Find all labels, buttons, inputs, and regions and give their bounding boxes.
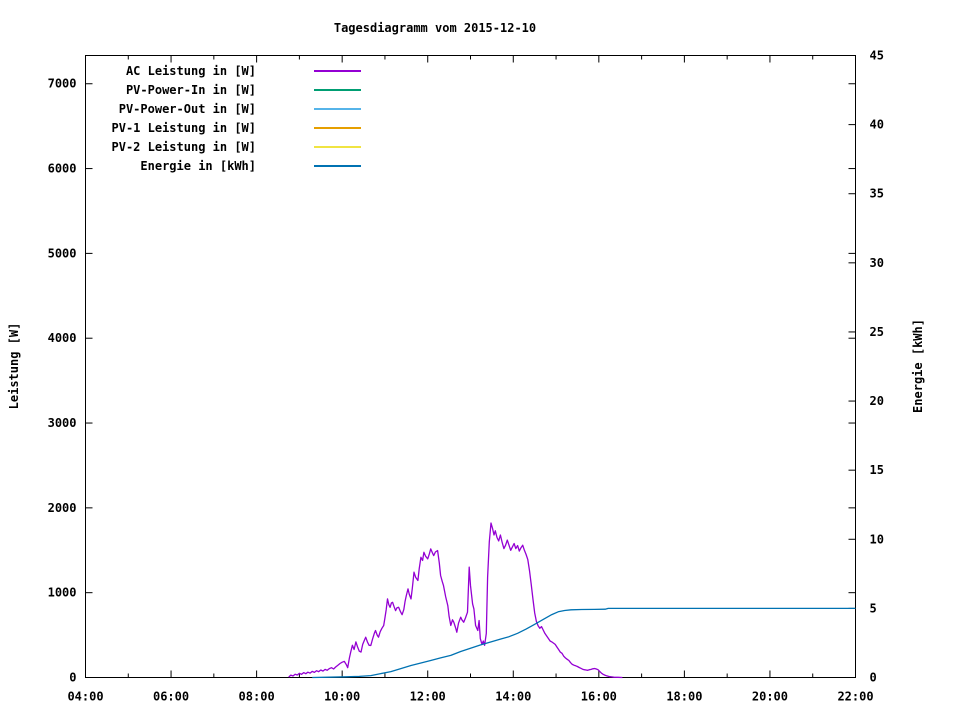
legend-label: AC Leistung in [W] [126, 64, 256, 78]
chart-title: Tagesdiagramm vom 2015-12-10 [334, 21, 536, 35]
y-axis-label: Leistung [W] [7, 323, 21, 410]
legend-item-energie-in-kwh: Energie in [kWh] [140, 159, 361, 173]
y-tick-label: 5000 [48, 246, 77, 260]
y2-tick-label: 5 [870, 601, 877, 615]
legend-item-pv-2-leistung-in-w: PV-2 Leistung in [W] [112, 140, 361, 154]
x-tick-label: 20:00 [752, 690, 788, 704]
x-tick-label: 18:00 [666, 690, 702, 704]
series-line-energie-in-kwh [312, 607, 856, 679]
x-tick-label: 14:00 [495, 690, 531, 704]
x-tick-label: 04:00 [67, 690, 103, 704]
legend-label: Energie in [kWh] [140, 159, 256, 173]
y2-tick-label: 45 [870, 49, 884, 63]
y-tick-label: 1000 [48, 586, 77, 600]
x-tick-label: 06:00 [153, 690, 189, 704]
y2-tick-label: 15 [870, 463, 884, 477]
x-tick-label: 10:00 [324, 690, 360, 704]
legend-item-pv-1-leistung-in-w: PV-1 Leistung in [W] [112, 121, 361, 135]
y-tick-label: 7000 [48, 77, 77, 91]
plot-svg: Tagesdiagramm vom 2015-12-10 Leistung [W… [7, 21, 925, 704]
legend-label: PV-2 Leistung in [W] [112, 140, 257, 154]
legend-label: PV-1 Leistung in [W] [112, 121, 257, 135]
y-tick-label: 4000 [48, 331, 77, 345]
y2-tick-label: 0 [870, 671, 877, 685]
y-tick-label: 6000 [48, 162, 77, 176]
y2-tick-label: 20 [870, 394, 884, 408]
y2-tick-label: 30 [870, 256, 884, 270]
legend-group: AC Leistung in [W] PV-Power-In in [W] PV-P… [112, 64, 361, 173]
y2-axis-label: Energie [kWh] [911, 319, 925, 413]
y-tick-label: 0 [69, 671, 76, 685]
x-tick-label: 22:00 [837, 690, 873, 704]
y2-tick-label: 40 [870, 118, 884, 132]
y-tick-label: 3000 [48, 416, 77, 430]
legend-item-pv-power-out-in-w: PV-Power-Out in [W] [119, 102, 361, 116]
y-tick-label: 2000 [48, 501, 77, 515]
legend-item-ac-leistung-in-w: AC Leistung in [W] [126, 64, 361, 78]
tagesdiagramm-chart: Tagesdiagramm vom 2015-12-10 Leistung [W… [0, 0, 960, 720]
x-tick-label: 16:00 [581, 690, 617, 704]
x-tick-label: 08:00 [239, 690, 275, 704]
y2-tick-label: 25 [870, 325, 884, 339]
y2-tick-label: 10 [870, 532, 884, 546]
series-group [288, 522, 856, 679]
legend-item-pv-power-in-in-w: PV-Power-In in [W] [126, 83, 361, 97]
legend-label: PV-Power-Out in [W] [119, 102, 256, 116]
x-tick-label: 12:00 [410, 690, 446, 704]
legend-label: PV-Power-In in [W] [126, 83, 256, 97]
y2-tick-label: 35 [870, 187, 884, 201]
series-line-ac-leistung-in-w [288, 522, 623, 679]
